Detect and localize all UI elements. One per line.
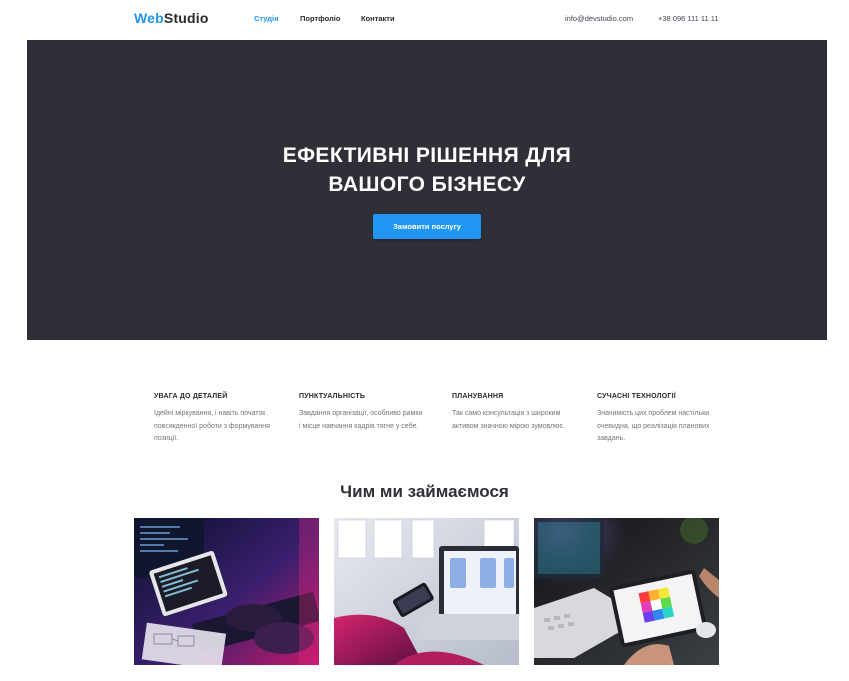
logo-text: Studio <box>163 10 209 26</box>
order-service-button[interactable]: Замовити послугу <box>373 214 481 239</box>
feature-text: Завдання організації, особливо рамки і м… <box>299 408 439 433</box>
nav-contacts[interactable]: Контакти <box>361 14 395 23</box>
service-card-tablet[interactable] <box>534 518 719 665</box>
feature-modern-tech: СУЧАСНІ ТЕХНОЛОГІЇ Значимість цих пробле… <box>597 393 737 446</box>
logo-link[interactable]: WebStudio <box>134 10 209 26</box>
feature-text-line: активом значною мірою зумовлює. <box>452 422 565 430</box>
feature-text-line: Завдання організації, особливо рамки <box>299 410 423 417</box>
service-card-code[interactable] <box>134 518 319 665</box>
feature-punctuality: ПУНКТУАЛЬНІСТЬ Завдання організації, осо… <box>299 393 439 433</box>
feature-title: ПЛАНУВАННЯ <box>452 393 504 400</box>
hero-title: ЕФЕКТИВНІ РІШЕННЯ ДЛЯ ВАШОГО БІЗНЕСУ <box>27 141 827 199</box>
logo-accent: Web <box>134 10 164 26</box>
coding-laptop-image <box>134 518 319 665</box>
feature-text-line: завдань. <box>597 435 626 442</box>
hero-title-line-1: ЕФЕКТИВНІ РІШЕННЯ ДЛЯ <box>282 144 572 167</box>
service-card-mobile[interactable] <box>334 518 519 665</box>
site-header: WebStudio Студія Портфоліо Контакти info… <box>0 0 849 40</box>
feature-title: СУЧАСНІ ТЕХНОЛОГІЇ <box>597 393 676 400</box>
feature-text-line: Значимість цих проблем настільки <box>597 410 710 417</box>
feature-text-line: Ідейні міркування, і навіть початок <box>154 410 266 417</box>
feature-text: Значимість цих проблем настільки очевидн… <box>597 408 737 446</box>
phone-link[interactable]: +38 096 111 11 11 <box>658 14 719 23</box>
feature-attention: УВАГА ДО ДЕТАЛЕЙ Ідейні міркування, і на… <box>154 393 294 446</box>
tablet-palette-image <box>534 518 719 665</box>
feature-title: ПУНКТУАЛЬНІСТЬ <box>299 393 366 400</box>
mobile-design-image <box>334 518 519 665</box>
feature-text-line: Так само консультація з широким <box>452 410 561 417</box>
feature-text-line: очевидна, що реалізація планових <box>597 422 710 430</box>
feature-planning: ПЛАНУВАННЯ Так само консультація з широк… <box>452 393 592 433</box>
nav-studio[interactable]: Студія <box>254 14 278 23</box>
hero-section: ЕФЕКТИВНІ РІШЕННЯ ДЛЯ ВАШОГО БІЗНЕСУ Зам… <box>27 40 827 340</box>
email-link[interactable]: info@devstudio.com <box>565 14 633 23</box>
feature-text: Ідейні міркування, і навіть початок повс… <box>154 408 294 446</box>
feature-text-line: і місце навчання кадрів тягне у себе. <box>299 422 419 430</box>
hero-title-line-2: ВАШОГО БІЗНЕСУ <box>328 173 526 196</box>
feature-text-line: повсякденної роботи з формування <box>154 422 270 430</box>
feature-text-line: позиції. <box>154 435 179 442</box>
services-title: Чим ми займаємося <box>340 482 509 501</box>
feature-text: Так само консультація з широким активом … <box>452 408 592 433</box>
feature-title: УВАГА ДО ДЕТАЛЕЙ <box>154 393 228 400</box>
nav-portfolio[interactable]: Портфоліо <box>300 14 340 23</box>
